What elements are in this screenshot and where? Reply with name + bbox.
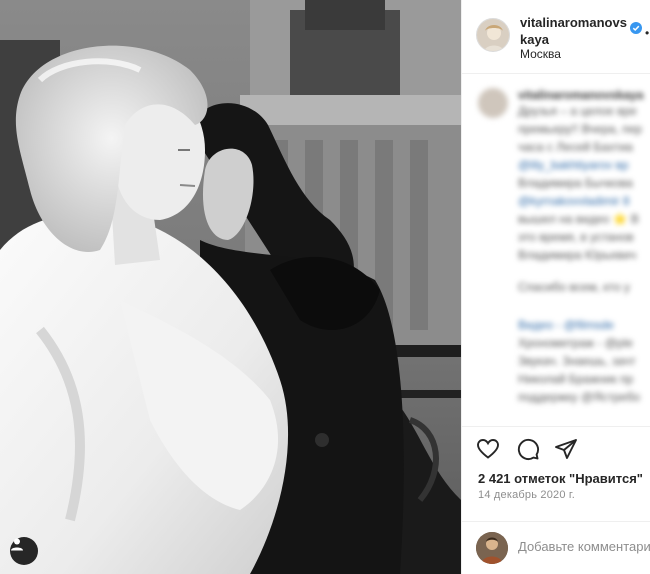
caption-line: Хронометраж - @ple bbox=[518, 336, 633, 350]
user-tag-icon bbox=[11, 538, 23, 551]
caption-author-avatar[interactable] bbox=[478, 88, 508, 118]
caption-line: вышел на видео ⭐ В bbox=[518, 212, 639, 226]
paper-plane-icon[interactable] bbox=[554, 437, 578, 461]
heart-icon[interactable] bbox=[476, 437, 500, 461]
caption-line: Спасибо всем, кто у bbox=[518, 280, 631, 294]
caption-line: это время, в установ bbox=[518, 230, 634, 244]
post-side-panel: vitalinaromanovskaya • Москва vitalinaro… bbox=[461, 0, 650, 574]
likes-count[interactable]: 2 421 отметок "Нравится" bbox=[478, 471, 643, 486]
caption-line: часа с Лесей Бахтиа bbox=[518, 140, 633, 154]
caption-line: vitalinaromanovskaya bbox=[518, 88, 644, 102]
post-header: vitalinaromanovskaya • Москва bbox=[462, 0, 650, 74]
caption-blurred-content: vitalinaromanovskaya Друзья – а целое вр… bbox=[462, 74, 650, 426]
add-comment-section bbox=[462, 521, 650, 574]
more-options-icon[interactable]: • bbox=[645, 26, 649, 40]
author-username[interactable]: vitalinaromanovskaya bbox=[520, 14, 628, 48]
caption-line: Друзья – а целое вре bbox=[518, 104, 637, 118]
post-date: 14 декабрь 2020 г. bbox=[478, 489, 576, 501]
tagged-users-button[interactable] bbox=[10, 537, 38, 565]
post-caption: vitalinaromanovskaya Друзья – а целое вр… bbox=[462, 74, 650, 426]
current-user-avatar bbox=[476, 532, 508, 564]
post-location[interactable]: Москва bbox=[520, 47, 561, 61]
caption-line: Николай Бражник пр bbox=[518, 372, 634, 386]
post-photo[interactable] bbox=[0, 0, 461, 574]
comment-icon[interactable] bbox=[516, 437, 540, 461]
caption-line: Видео - @filmsde bbox=[518, 318, 614, 332]
caption-line: Владимира Бычкова bbox=[518, 176, 633, 190]
comment-input[interactable] bbox=[518, 539, 650, 554]
caption-line: @kyrnakovvladimir 8 bbox=[518, 194, 630, 208]
caption-line: премьеру!! Вчера, пер bbox=[518, 122, 642, 136]
verified-badge-icon bbox=[630, 22, 642, 34]
caption-line: поддержку @Ястребо bbox=[518, 390, 641, 404]
caption-line: Владимира Юрьевич bbox=[518, 248, 637, 262]
photo-illustration bbox=[0, 0, 461, 574]
post-actions bbox=[462, 426, 650, 470]
caption-line: @lily_bakhtiyarov вр bbox=[518, 158, 629, 172]
author-avatar[interactable] bbox=[476, 18, 510, 52]
caption-line: Звукач. Знаешь, зачт bbox=[518, 354, 636, 368]
